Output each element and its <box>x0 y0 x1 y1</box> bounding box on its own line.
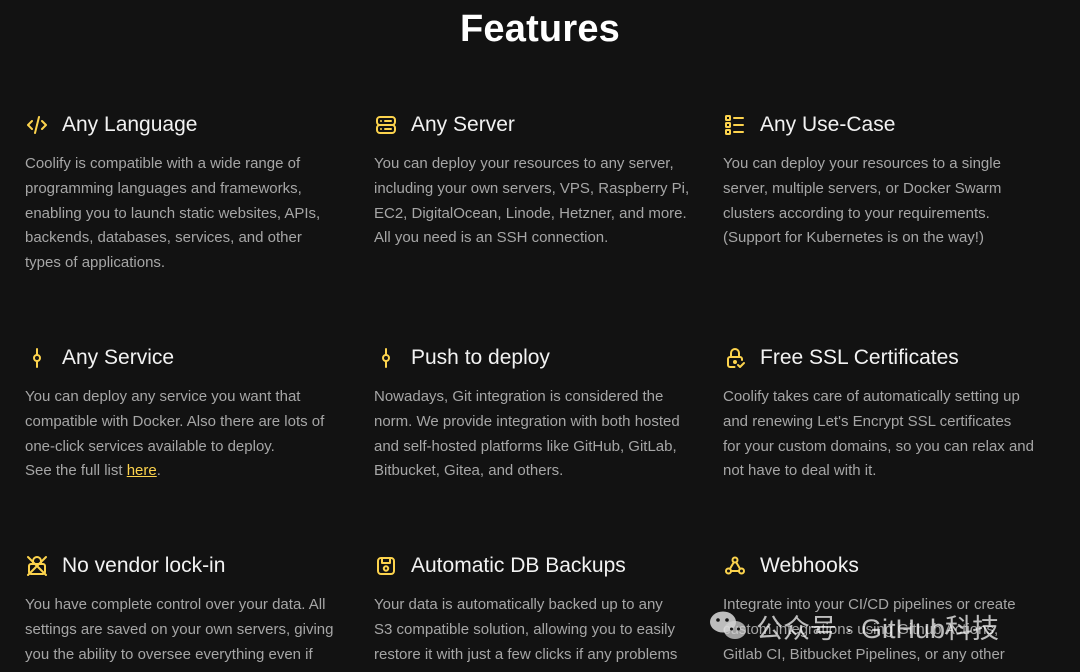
feature-description: You can deploy your resources to any ser… <box>374 155 690 247</box>
feature-title: Any Service <box>62 346 175 369</box>
feature-any-language: Any Language Coolify is compatible with … <box>25 110 355 276</box>
feature-description: You can deploy any service you want that… <box>25 388 325 480</box>
full-list-link[interactable]: here <box>127 462 157 479</box>
server-icon <box>374 113 398 137</box>
feature-any-use-case: Any Use-Case You can deploy your resourc… <box>723 110 1053 251</box>
feature-description: Integrate into your CI/CD pipelines or c… <box>723 596 1016 663</box>
database-backup-icon <box>374 554 398 578</box>
lock-check-icon <box>723 346 747 370</box>
feature-title: Any Server <box>411 113 515 136</box>
feature-title: Any Language <box>62 113 198 136</box>
feature-description: You have complete control over your data… <box>25 596 334 663</box>
feature-title: Push to deploy <box>411 346 550 369</box>
feature-free-ssl: Free SSL Certificates Coolify takes care… <box>723 343 1053 484</box>
git-commit-icon <box>25 346 49 370</box>
feature-description: Your data is automatically backed up to … <box>374 596 678 663</box>
webhook-icon <box>723 554 747 578</box>
feature-no-vendor-lock-in: No vendor lock-in You have complete cont… <box>25 551 355 667</box>
page-title: Features <box>459 8 620 50</box>
feature-title: Automatic DB Backups <box>411 554 626 577</box>
feature-title: No vendor lock-in <box>62 554 226 577</box>
feature-title: Any Use-Case <box>760 113 896 136</box>
feature-automatic-db-backups: Automatic DB Backups Your data is automa… <box>374 551 704 667</box>
git-commit-icon <box>374 346 398 370</box>
feature-description: Nowadays, Git integration is considered … <box>374 388 680 480</box>
list-icon <box>723 113 747 137</box>
feature-push-to-deploy: Push to deploy Nowadays, Git integration… <box>374 343 704 484</box>
feature-description: Coolify takes care of automatically sett… <box>723 388 1034 480</box>
code-icon <box>25 113 49 137</box>
feature-description: You can deploy your resources to a singl… <box>723 155 1002 247</box>
feature-title: Webhooks <box>760 554 859 577</box>
feature-title: Free SSL Certificates <box>760 346 959 369</box>
no-lock-icon <box>25 554 49 578</box>
feature-any-service: Any Service You can deploy any service y… <box>25 343 355 484</box>
feature-description: Coolify is compatible with a wide range … <box>25 155 321 272</box>
feature-any-server: Any Server You can deploy your resources… <box>374 110 704 251</box>
feature-webhooks: Webhooks Integrate into your CI/CD pipel… <box>723 551 1053 667</box>
